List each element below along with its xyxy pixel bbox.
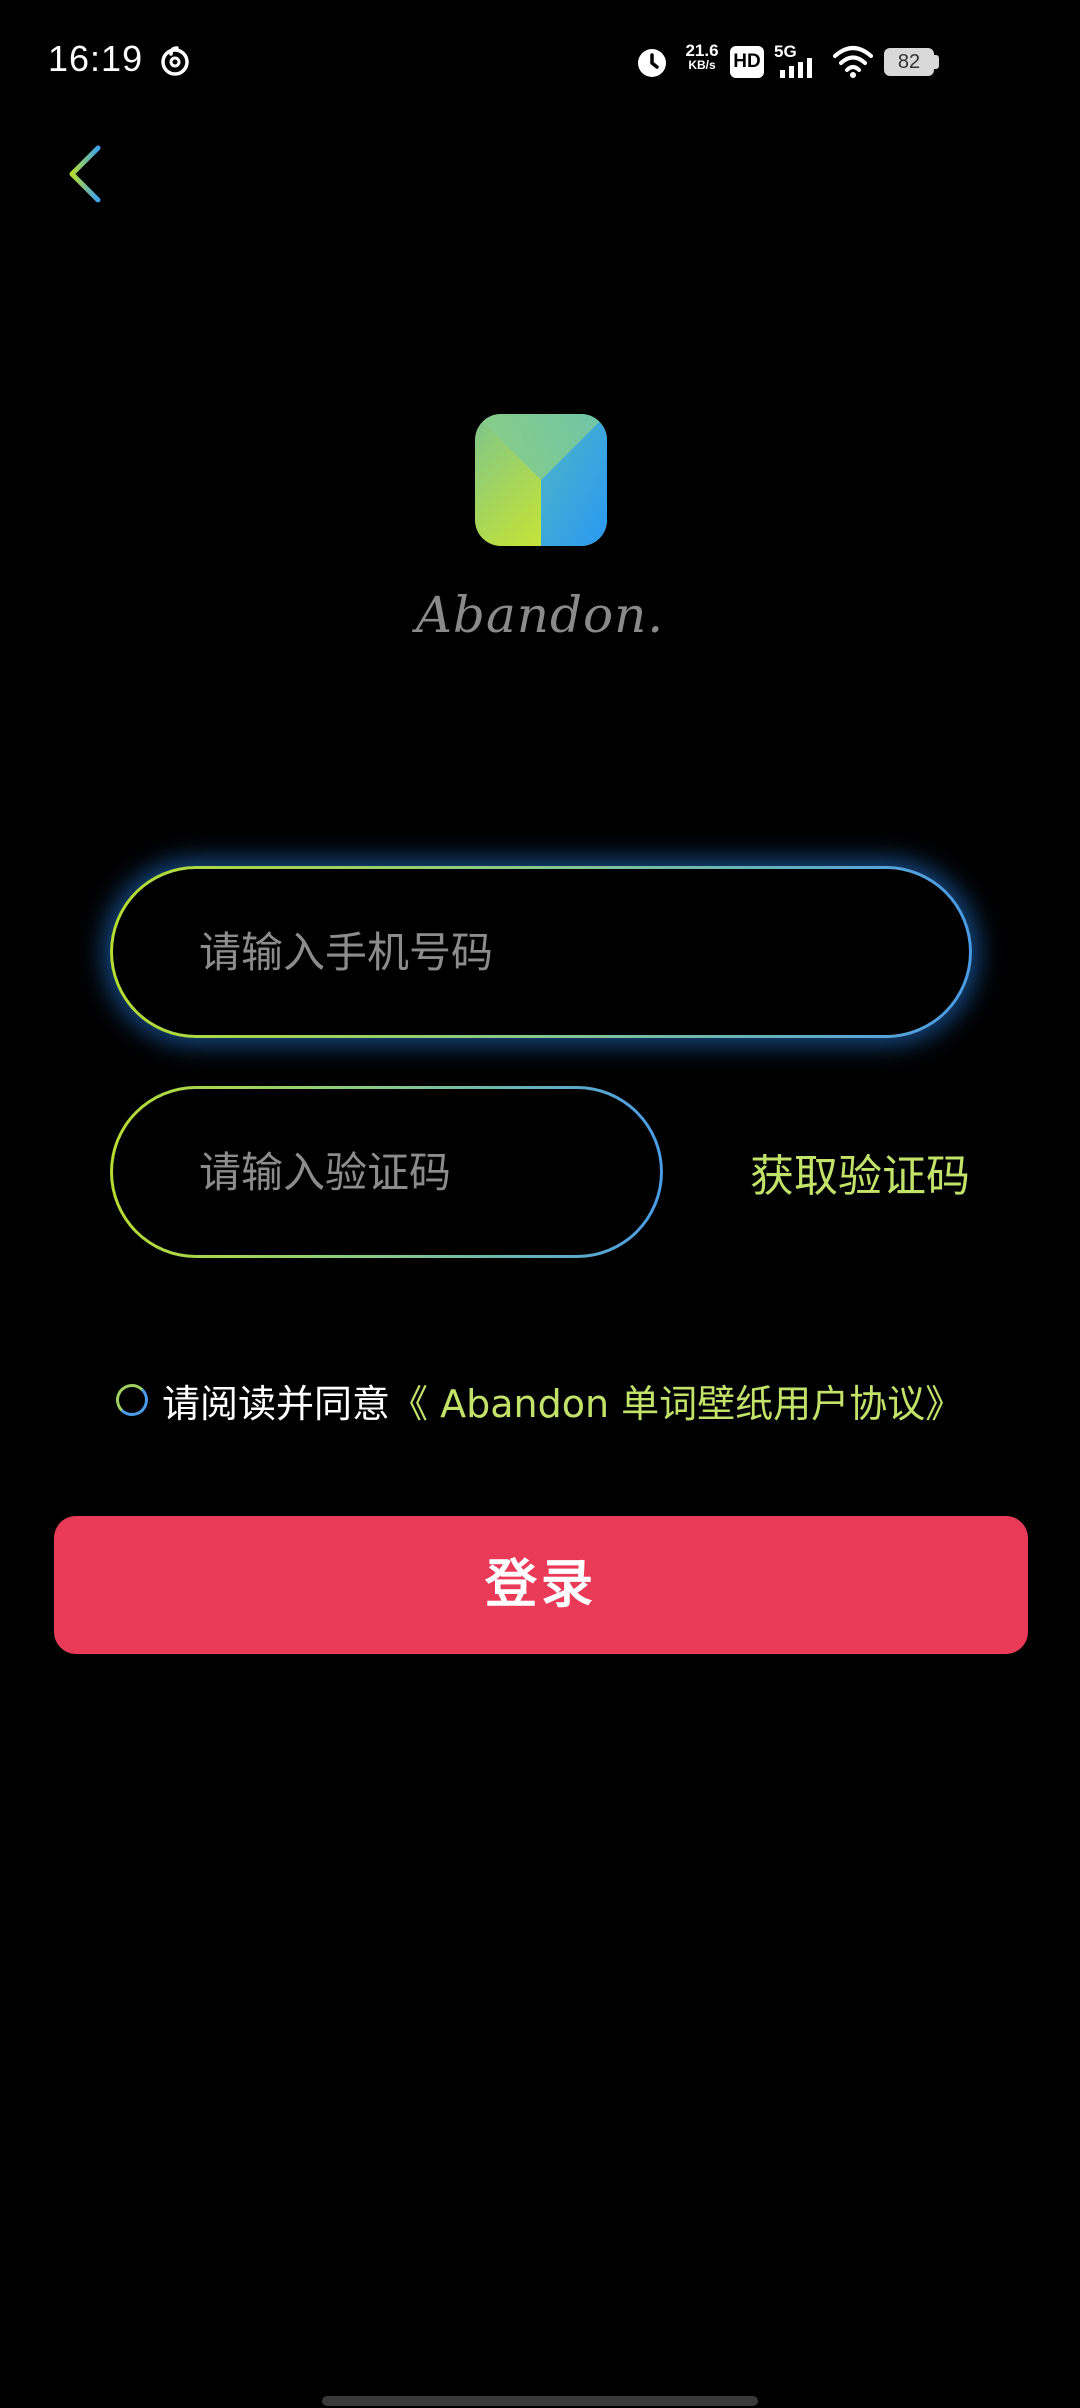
hd-icon: HD	[730, 46, 764, 78]
login-button[interactable]: 登录	[54, 1516, 1028, 1654]
app-logo-icon	[475, 414, 607, 546]
status-time: 16:19	[48, 38, 144, 79]
alarm-icon	[638, 49, 666, 77]
code-input-container	[110, 1086, 663, 1258]
agreement-link[interactable]: 《 Abandon 单词壁纸用户协议》	[390, 1373, 963, 1428]
brand-wordmark: Abandon.	[415, 586, 665, 644]
agreement-text: 请阅读并同意	[162, 1381, 391, 1426]
get-code-button[interactable]: 获取验证码	[730, 1140, 990, 1204]
status-bar: 16:19 21.6 KB/s HD 5G 82	[0, 0, 1080, 124]
cellular-signal-icon: 5G	[774, 42, 826, 82]
agreement-row: 请阅读并同意 《 Abandon 单词壁纸用户协议》	[116, 1374, 963, 1426]
battery-tip	[934, 55, 939, 69]
battery-icon: 82	[884, 48, 934, 76]
wifi-icon	[833, 46, 873, 78]
phone-input[interactable]	[197, 926, 969, 978]
verification-code-input[interactable]	[197, 1146, 660, 1198]
phone-input-inner	[113, 869, 969, 1035]
code-input-inner	[113, 1089, 660, 1255]
net-speed: 21.6 KB/s	[680, 41, 724, 73]
back-button[interactable]	[60, 134, 150, 214]
net-speed-unit: KB/s	[688, 58, 716, 72]
home-indicator[interactable]	[322, 2396, 758, 2406]
net-speed-value: 21.6	[685, 41, 719, 60]
agreement-checkbox[interactable]	[116, 1384, 148, 1416]
netease-music-icon	[161, 46, 189, 76]
arrow-left-icon	[69, 145, 139, 203]
phone-input-container	[110, 866, 972, 1038]
